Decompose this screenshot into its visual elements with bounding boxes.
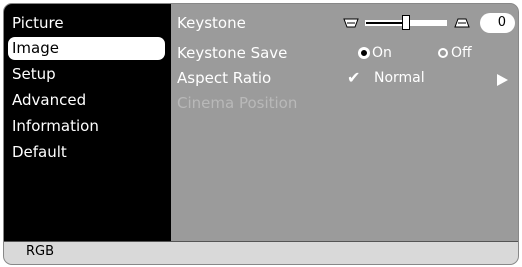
aspect-ratio-label: Aspect Ratio [177,69,272,87]
input-source-label: RGB [26,244,55,259]
aspect-ratio-value[interactable]: Normal [374,68,425,88]
keystone-label: Keystone [177,14,246,32]
cinema-position-label: Cinema Position [177,94,298,112]
keystone-save-on-radio[interactable]: On [359,43,392,63]
keystone-wide-top-icon [343,18,359,28]
keystone-save-off-label: Off [451,45,472,61]
menu-item-picture[interactable]: Picture [8,12,165,35]
radio-unselected-icon [438,48,448,58]
radio-selected-icon [359,48,369,58]
osd-menu-window: Picture Image Setup Advanced Information… [3,3,519,265]
menu-sidebar: Picture Image Setup Advanced Information… [4,4,171,241]
keystone-save-off-radio[interactable]: Off [438,43,472,63]
keystone-slider-fill [366,22,406,24]
settings-panel: Keystone 0 Keystone Save On Off Aspect R… [171,4,518,241]
keystone-slider-handle[interactable] [402,15,410,30]
submenu-arrow-icon[interactable] [497,74,508,86]
menu-item-setup[interactable]: Setup [8,63,165,86]
keystone-save-label: Keystone Save [177,44,288,62]
keystone-wide-bottom-icon [454,18,470,28]
menu-item-advanced[interactable]: Advanced [8,89,165,112]
menu-item-default[interactable]: Default [8,141,165,164]
menu-item-image[interactable]: Image [8,37,165,60]
keystone-value: 0 [480,13,515,33]
menu-item-information[interactable]: Information [8,115,165,138]
status-bar: RGB [4,241,518,264]
keystone-save-on-label: On [372,45,392,61]
checkmark-icon: ✔ [347,68,361,87]
